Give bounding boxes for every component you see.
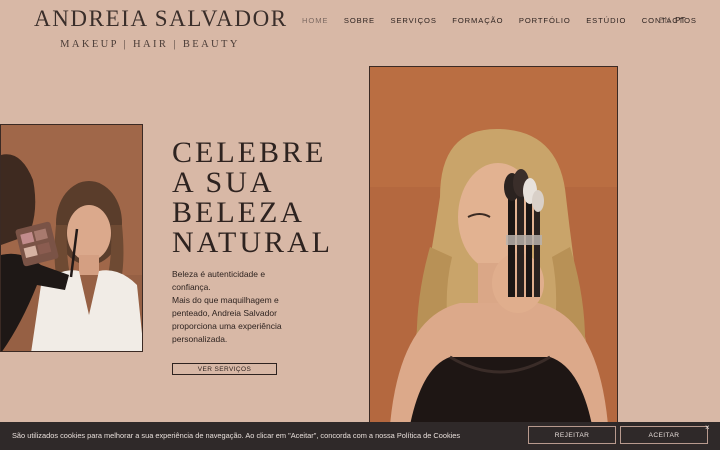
brand-name: ANDREIA SALVADOR [34,6,288,31]
headline-line: CELEBRE [172,136,327,169]
nav-item-sobre[interactable]: SOBRE [344,16,375,25]
brand-tagline: MAKEUP | HAIR | BEAUTY [60,39,240,50]
hero-photo-right [369,66,618,424]
accept-cookies-button[interactable]: ACEITAR [620,426,708,444]
reject-cookies-button[interactable]: REJEITAR [528,426,616,444]
nav-item-home[interactable]: HOME [302,16,328,25]
main-nav: HOME SOBRE SERVIÇOS FORMAÇÃO PORTFÓLIO E… [302,16,712,25]
lang-pt[interactable]: PT [675,16,685,25]
nav-item-formacao[interactable]: FORMAÇÃO [452,16,503,25]
ver-servicos-button[interactable]: VER SERVIÇOS [172,363,277,375]
nav-item-servicos[interactable]: SERVIÇOS [390,16,436,25]
nav-item-portfolio[interactable]: PORTFÓLIO [519,16,571,25]
headline-line: A SUA [172,166,275,199]
lang-en[interactable]: EN [659,16,670,25]
hero-headline: CELEBRE A SUA BELEZA NATURAL [172,138,333,258]
nav-item-estudio[interactable]: ESTÚDIO [586,16,626,25]
hero-photo-left [0,124,143,352]
cookie-message: São utilizados cookies para melhorar a s… [12,431,461,440]
language-switcher: EN PT [659,16,685,25]
hero-paragraph: Beleza é autenticidade e confiança. [172,269,266,292]
headline-line: BELEZA [172,196,305,229]
close-icon[interactable]: × [705,424,710,432]
hero-description: Beleza é autenticidade e confiança. Mais… [172,268,302,346]
hero-paragraph: Mais do que maquilhagem e penteado, Andr… [172,295,282,344]
brand-logo[interactable]: ANDREIA SALVADOR MAKEUP | HAIR | BEAUTY [34,6,288,50]
headline-line: NATURAL [172,226,333,259]
